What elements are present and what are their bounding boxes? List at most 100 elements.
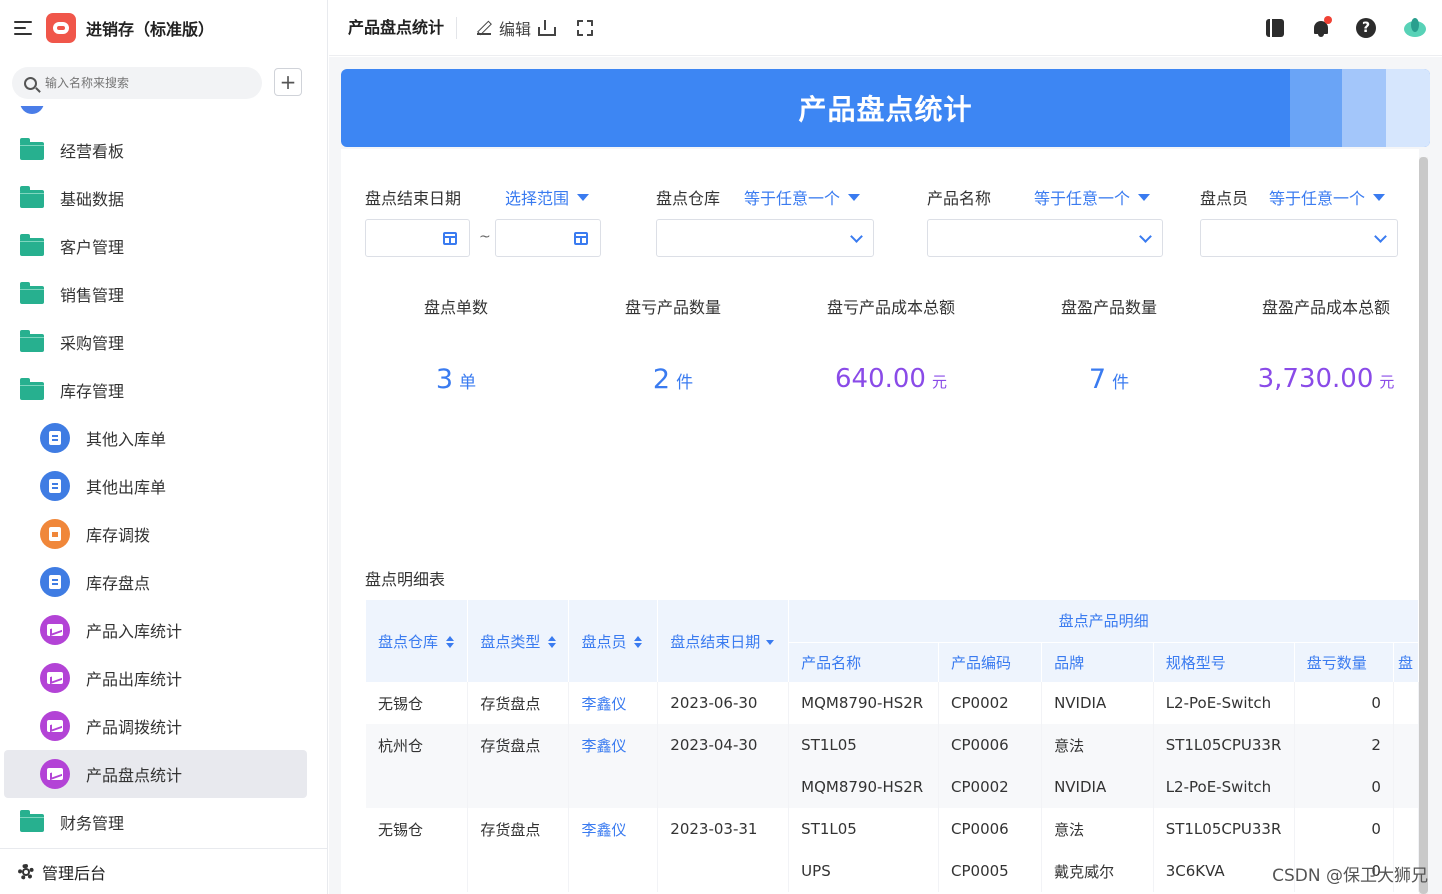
sidebar-item-stocktake-stats[interactable]: 产品盘点统计 (0, 750, 327, 798)
product-select[interactable] (927, 219, 1163, 257)
table-row[interactable]: UPS CP0005 戴克威尔 3C6KVA 0 (366, 850, 1420, 892)
notification-dot (1324, 16, 1332, 24)
share-icon[interactable] (537, 19, 557, 36)
folder-icon (20, 186, 44, 208)
report-icon (40, 711, 70, 741)
sidebar-item-label: 销售管理 (60, 286, 125, 305)
edit-button[interactable]: 编辑 (477, 16, 531, 40)
search-icon (24, 76, 37, 90)
column-header-end-date[interactable]: 盘点结束日期 (657, 600, 790, 682)
filter-end-date-label: 盘点结束日期 (365, 189, 462, 208)
sidebar-item-inbound-stats[interactable]: 产品入库统计 (0, 606, 327, 654)
cell-warehouse: 无锡仓 (366, 682, 469, 724)
cell-counter[interactable]: 李鑫仪 (568, 682, 659, 724)
cell-product-name: MQM8790-HS2R (788, 766, 940, 808)
column-header-spec[interactable]: 规格型号 (1153, 642, 1295, 682)
sidebar-item-transfer[interactable]: 库存调拨 (0, 510, 327, 558)
form-icon (40, 471, 70, 501)
sidebar-item-sales[interactable]: 销售管理 (0, 270, 327, 318)
cell-type (467, 850, 570, 892)
cell-counter[interactable]: 李鑫仪 (568, 724, 659, 766)
sidebar-item-other-inbound[interactable]: 其他入库单 (0, 414, 327, 462)
table-row[interactable]: 无锡仓 存货盘点 李鑫仪 2023-03-31 ST1L05 CP0006 意法… (366, 808, 1420, 850)
scrollbar[interactable] (1419, 157, 1428, 894)
table-row[interactable]: 杭州仓 存货盘点 李鑫仪 2023-04-30 ST1L05 CP0006 意法… (366, 724, 1420, 766)
form-icon (40, 423, 70, 453)
column-header-loss-qty[interactable]: 盘亏数量 (1294, 642, 1394, 682)
counter-select[interactable] (1200, 219, 1398, 257)
book-icon[interactable] (1266, 19, 1284, 37)
stat-value-stocktake-count: 3单 (356, 364, 556, 395)
avatar[interactable] (1404, 17, 1426, 39)
sidebar-item-inventory[interactable]: 库存管理 (0, 366, 327, 414)
cell-counter[interactable] (568, 766, 659, 808)
cell-end-date: 2023-03-31 (657, 808, 790, 850)
operator-label: 等于任意一个 (1269, 189, 1366, 208)
column-header-counter[interactable]: 盘点员 (568, 600, 659, 682)
stat-unit: 元 (931, 373, 947, 391)
warehouse-select[interactable] (656, 219, 874, 257)
column-header-type[interactable]: 盘点类型 (467, 600, 570, 682)
column-header-product-name[interactable]: 产品名称 (788, 642, 940, 682)
operator-label: 等于任意一个 (744, 189, 841, 208)
filter-counter-operator[interactable]: 等于任意一个 (1269, 185, 1386, 209)
filter-end-date-operator[interactable]: 选择范围 (505, 185, 590, 209)
sidebar-item-transfer-stats[interactable]: 产品调拨统计 (0, 702, 327, 750)
stat-label-stocktake-count: 盘点单数 (423, 298, 488, 317)
column-header-product-code[interactable]: 产品编码 (938, 642, 1043, 682)
column-header-brand[interactable]: 品牌 (1041, 642, 1154, 682)
folder-open-icon (20, 378, 44, 400)
sidebar-item-label: 基础数据 (60, 190, 125, 209)
cell-warehouse: 杭州仓 (366, 724, 469, 766)
fullscreen-icon[interactable] (577, 19, 594, 36)
stat-number: 3 (435, 364, 454, 395)
sidebar-item-customers[interactable]: 客户管理 (0, 222, 327, 270)
filter-warehouse-operator[interactable]: 等于任意一个 (744, 185, 861, 209)
caret-down-icon (848, 193, 861, 201)
column-header-warehouse[interactable]: 盘点仓库 (366, 600, 469, 682)
stat-unit: 件 (1112, 373, 1130, 393)
stat-number: 3,730.00 (1257, 364, 1374, 394)
stat-label-gain-cost: 盘盈产品成本总额 (1261, 298, 1390, 317)
sidebar-item-other-outbound[interactable]: 其他出库单 (0, 462, 327, 510)
column-header-truncated[interactable]: 盘 (1393, 642, 1420, 682)
cell-counter[interactable]: 李鑫仪 (568, 808, 659, 850)
sidebar: 进销存（标准版） + 经营看板 基础数据 客户管理 销售管理 采购管理 库存管 (0, 0, 328, 894)
report-icon (40, 759, 70, 789)
filter-product-operator[interactable]: 等于任意一个 (1034, 185, 1151, 209)
sidebar-item-finance[interactable]: 财务管理 (0, 798, 327, 846)
folder-icon (20, 234, 44, 256)
cell-spec: ST1L05CPU33R (1153, 724, 1295, 766)
sidebar-item-basic-data[interactable]: 基础数据 (0, 174, 327, 222)
sidebar-item-dashboard[interactable]: 经营看板 (0, 126, 327, 174)
cell-end-date: 2023-06-30 (657, 682, 790, 724)
end-date-input[interactable] (495, 219, 601, 257)
sidebar-item-outbound-stats[interactable]: 产品出库统计 (0, 654, 327, 702)
help-icon[interactable]: ? (1356, 18, 1376, 38)
sidebar-item-label: 库存管理 (60, 382, 125, 401)
bell-icon[interactable] (1312, 16, 1332, 37)
admin-console-link[interactable]: 管理后台 (0, 848, 327, 894)
sidebar-item-label: 采购管理 (60, 334, 125, 353)
cell-warehouse: 无锡仓 (366, 808, 469, 850)
edit-button-label: 编辑 (499, 19, 532, 39)
header-label: 盘点仓库 (378, 632, 439, 651)
sidebar-item-label: 库存盘点 (86, 574, 151, 593)
admin-console-label: 管理后台 (42, 863, 107, 883)
stat-number: 7 (1088, 364, 1107, 395)
sidebar-item-purchasing[interactable]: 采购管理 (0, 318, 327, 366)
sidebar-item-label: 库存调拨 (86, 526, 151, 545)
sidebar-item-stocktake[interactable]: 库存盘点 (0, 558, 327, 606)
cell-counter[interactable] (568, 850, 659, 892)
stat-value-gain-qty: 7件 (1009, 364, 1209, 395)
add-button[interactable]: + (274, 68, 302, 96)
sidebar-search[interactable] (12, 67, 262, 99)
menu-toggle-icon[interactable] (14, 21, 32, 35)
table-row[interactable]: 无锡仓 存货盘点 李鑫仪 2023-06-30 MQM8790-HS2R CP0… (366, 682, 1420, 724)
table-row[interactable]: MQM8790-HS2R CP0002 NVIDIA L2-PoE-Switch… (366, 766, 1420, 808)
cell-warehouse (366, 766, 469, 808)
chevron-down-icon (850, 230, 863, 243)
cell-type (467, 766, 570, 808)
start-date-input[interactable] (365, 219, 470, 257)
search-input[interactable] (45, 76, 245, 90)
